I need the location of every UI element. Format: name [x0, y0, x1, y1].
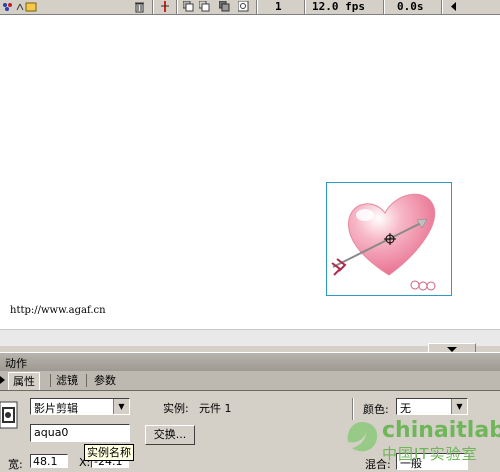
properties-tab-bar: 属性 滤镜 参数 — [0, 371, 500, 391]
onion-outline-icon[interactable] — [198, 0, 210, 12]
instance-name-tooltip: 实例名称 — [84, 444, 134, 461]
tab-parameters[interactable]: 参数 — [90, 372, 120, 389]
add-folder-icon[interactable] — [16, 1, 38, 12]
elapsed-time-readout: 0.0s — [397, 0, 424, 13]
stage-url-text: http://www.agaf.cn — [10, 305, 106, 316]
frame-rate-readout: 12.0 fps — [312, 0, 365, 13]
onion-skin-icon[interactable] — [182, 0, 194, 12]
watermark: chinaitlab 中国IT实验室 — [340, 418, 500, 465]
swap-button[interactable]: 交换... — [145, 425, 195, 445]
tab-properties[interactable]: 属性 — [8, 372, 40, 390]
tab-filters[interactable]: 滤镜 — [52, 372, 82, 389]
edit-multiple-frames-icon[interactable] — [218, 0, 230, 12]
divider — [352, 398, 354, 420]
scroll-left-icon[interactable] — [449, 1, 460, 12]
color-effect-value: 无 — [400, 402, 411, 415]
width-label: 宽: — [8, 458, 23, 471]
current-frame-readout: 1 — [275, 0, 282, 13]
watermark-subtitle: 中国IT实验室 — [382, 445, 478, 463]
symbol-type-select[interactable]: 影片剪辑 ▼ — [30, 398, 130, 415]
selected-movie-clip[interactable] — [326, 182, 452, 296]
collapse-triangle-icon[interactable] — [0, 376, 5, 384]
heart-arrow-graphic — [331, 193, 436, 291]
instance-value: 元件 1 — [199, 402, 232, 415]
actions-panel-title: 动作 — [5, 357, 27, 370]
delete-layer-icon[interactable] — [134, 1, 145, 13]
add-layer-icon[interactable] — [2, 1, 13, 12]
instance-name-input[interactable]: aqua0 — [30, 424, 130, 442]
stage-scrollbar[interactable] — [0, 329, 500, 346]
instance-label: 实例: — [163, 402, 189, 415]
actions-panel-header[interactable]: 动作 — [0, 352, 500, 372]
color-effect-select[interactable]: 无 ▼ — [396, 398, 468, 415]
center-frame-icon[interactable] — [160, 1, 171, 12]
width-input[interactable]: 48.1 — [30, 454, 68, 468]
chevron-down-icon[interactable]: ▼ — [451, 399, 467, 414]
color-label: 颜色: — [363, 403, 389, 416]
modify-onion-markers-icon[interactable] — [237, 0, 249, 12]
chevron-down-icon[interactable]: ▼ — [113, 399, 129, 414]
symbol-type-value: 影片剪辑 — [34, 402, 78, 415]
timeline-toolbar: 1 12.0 fps 0.0s — [0, 0, 500, 15]
watermark-brand: chinaitlab — [382, 418, 500, 443]
leaf-logo-icon — [347, 422, 378, 452]
movie-clip-symbol-icon — [0, 400, 18, 430]
